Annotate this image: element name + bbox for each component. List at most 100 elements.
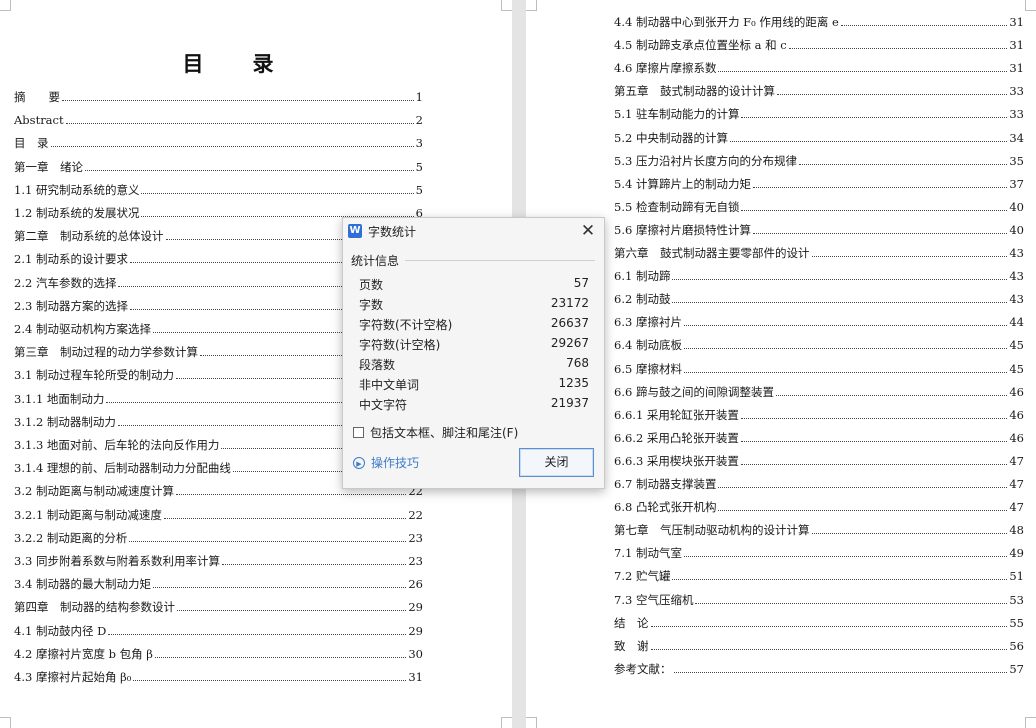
toc-entry-page: 47	[1009, 500, 1024, 515]
toc-entry[interactable]: Abstract 2	[14, 113, 423, 127]
toc-entry-label: 4.6 摩擦片摩擦系数	[614, 61, 717, 76]
toc-entry[interactable]: 4.5 制动蹄支承点位置坐标 a 和 c 31	[614, 38, 1024, 52]
toc-entry-label: 3.2.1 制动距离与制动减速度	[14, 507, 162, 522]
toc-entry-label: 6.6 蹄与鼓之间的间隙调整装置	[614, 384, 774, 399]
toc-leader-dots	[672, 279, 1008, 281]
stat-label: 字数	[359, 298, 384, 312]
toc-leader-dots	[672, 579, 1008, 581]
toc-entry-label: 3.1.1 地面制动力	[14, 391, 105, 406]
toc-leader-dots	[673, 671, 1008, 673]
toc-entry-label: Abstract	[14, 113, 64, 128]
toc-entry[interactable]: 7.3 空气压缩机 53	[614, 593, 1024, 607]
toc-entry[interactable]: 4.3 摩擦衬片起始角 β₀ 31	[14, 670, 423, 684]
toc-entry-label: 参考文献：	[614, 661, 672, 676]
wps-logo-icon: W	[348, 224, 362, 238]
stat-value: 768	[566, 356, 589, 370]
toc-entry[interactable]: 7.1 制动气室 49	[614, 546, 1024, 560]
toc-entry-label: 第七章 气压制动驱动机构的设计计算	[614, 523, 810, 538]
dialog-titlebar[interactable]: W 字数统计 ✕	[343, 218, 604, 244]
toc-entry[interactable]: 3.3 同步附着系数与附着系数利用率计算 23	[14, 554, 423, 568]
toc-entry[interactable]: 第六章 鼓式制动器主要零部件的设计 43	[614, 246, 1024, 260]
toc-entry-label: 7.2 贮气罐	[614, 569, 671, 584]
toc-entry-label: 5.2 中央制动器的计算	[614, 130, 728, 145]
include-textbox-footnotes-checkbox[interactable]: 包括文本框、脚注和尾注(F)	[353, 424, 518, 441]
toc-entry-page: 56	[1009, 638, 1024, 653]
toc-entry-page: 31	[1009, 15, 1024, 29]
crop-mark	[526, 0, 537, 11]
toc-entry[interactable]: 6.6.2 采用凸轮张开装置 46	[614, 431, 1024, 445]
toc-entry[interactable]: 6.4 制动底板 45	[614, 338, 1024, 352]
toc-entry-page: 35	[1009, 153, 1024, 168]
toc-entry-page: 46	[1009, 430, 1024, 445]
toc-entry[interactable]: 摘 要 1	[14, 90, 423, 104]
close-icon[interactable]: ✕	[578, 221, 598, 241]
toc-entry[interactable]: 第四章 制动器的结构参数设计 29	[14, 600, 423, 614]
toc-entry[interactable]: 4.2 摩擦衬片宽度 b 包角 β 30	[14, 647, 423, 661]
toc-entry[interactable]: 5.1 驻车制动能力的计算 33	[614, 107, 1024, 121]
toc-entry[interactable]: 第一章 绪论 5	[14, 160, 423, 174]
toc-entry-page: 33	[1009, 84, 1024, 99]
toc-leader-dots	[163, 517, 407, 519]
stat-value: 23172	[550, 296, 589, 310]
close-button[interactable]: 关闭	[519, 448, 594, 477]
toc-leader-dots	[683, 371, 1008, 373]
toc-entry-label: 致 谢	[614, 638, 649, 653]
toc-entry[interactable]: 5.6 摩擦衬片磨损特性计算 40	[614, 223, 1024, 237]
toc-entry[interactable]: 6.1 制动蹄 43	[614, 269, 1024, 283]
toc-entry[interactable]: 致 谢 56	[614, 639, 1024, 653]
toc-entry[interactable]: 6.7 制动器支撑装置 47	[614, 477, 1024, 491]
toc-entry-page: 37	[1009, 176, 1024, 191]
toc-leader-dots	[729, 140, 1008, 142]
toc-leader-dots	[50, 146, 414, 148]
toc-entry-label: 5.3 压力沿衬片长度方向的分布规律	[614, 153, 797, 168]
stat-value: 1235	[558, 376, 589, 390]
toc-entry[interactable]: 6.6.3 采用楔块张开装置 47	[614, 454, 1024, 468]
toc-entry[interactable]: 6.5 摩擦材料 45	[614, 362, 1024, 376]
crop-mark	[0, 0, 11, 11]
toc-entry[interactable]: 5.3 压力沿衬片长度方向的分布规律 35	[614, 154, 1024, 168]
section-header: 统计信息	[351, 254, 400, 268]
toc-entry[interactable]: 4.6 摩擦片摩擦系数 31	[614, 61, 1024, 75]
toc-entry-label: 3.1 制动过程车轮所受的制动力	[14, 368, 174, 383]
toc-leader-dots	[775, 394, 1008, 396]
toc-entry[interactable]: 6.3 摩擦衬片 44	[614, 315, 1024, 329]
toc-entry[interactable]: 5.2 中央制动器的计算 34	[614, 131, 1024, 145]
toc-leader-dots	[85, 169, 414, 171]
toc-entry[interactable]: 4.1 制动鼓内径 D 29	[14, 624, 423, 638]
toc-entry-page: 47	[1009, 453, 1024, 468]
crop-mark	[501, 0, 512, 11]
toc-leader-dots	[152, 587, 407, 589]
toc-entry[interactable]: 6.6 蹄与鼓之间的间隙调整装置 46	[614, 385, 1024, 399]
toc-entry[interactable]: 6.6.1 采用轮缸张开装置 46	[614, 408, 1024, 422]
toc-entry[interactable]: 第五章 鼓式制动器的设计计算 33	[614, 84, 1024, 98]
toc-entry-label: 目 录	[14, 136, 49, 151]
stat-row-non-chinese-words: 非中文单词 1235	[359, 376, 589, 392]
toc-entry[interactable]: 3.2.1 制动距离与制动减速度 22	[14, 508, 423, 522]
toc-leader-dots	[683, 348, 1008, 350]
toc-entry-page: 43	[1009, 246, 1024, 260]
toc-entry[interactable]: 目 录 3	[14, 136, 423, 150]
toc-entry[interactable]: 4.4 制动器中心到张开力 F₀ 作用线的距离 e 31	[614, 15, 1024, 29]
tips-link[interactable]: ▶ 操作技巧	[353, 454, 419, 471]
toc-entry[interactable]: 6.2 制动鼓 43	[614, 292, 1024, 306]
toc-entry[interactable]: 6.8 凸轮式张开机构 47	[614, 500, 1024, 514]
toc-leader-dots	[141, 192, 414, 194]
toc-entry-page: 23	[408, 530, 423, 545]
toc-entry[interactable]: 第七章 气压制动驱动机构的设计计算 48	[614, 523, 1024, 537]
toc-entry[interactable]: 1.1 研究制动系统的意义 5	[14, 183, 423, 197]
toc-entry[interactable]: 3.2.2 制动距离的分析 23	[14, 531, 423, 545]
crop-mark	[0, 717, 11, 728]
toc-entry[interactable]: 3.4 制动器的最大制动力矩 26	[14, 577, 423, 591]
toc-entry-label: 结 论	[614, 615, 649, 630]
checkbox-box[interactable]	[353, 427, 364, 438]
toc-entry-page: 40	[1009, 199, 1024, 214]
toc-entry-page: 31	[408, 670, 423, 684]
toc-entry[interactable]: 结 论 55	[614, 616, 1024, 630]
play-circle-icon: ▶	[353, 456, 365, 469]
toc-entry-page: 3	[415, 136, 423, 151]
toc-entry[interactable]: 5.4 计算蹄片上的制动力矩 37	[614, 177, 1024, 191]
toc-entry[interactable]: 5.5 检查制动蹄有无自锁 40	[614, 200, 1024, 214]
toc-entry[interactable]: 7.2 贮气罐 51	[614, 569, 1024, 583]
toc-entry-page: 51	[1009, 569, 1024, 584]
toc-entry[interactable]: 参考文献： 57	[614, 662, 1024, 676]
